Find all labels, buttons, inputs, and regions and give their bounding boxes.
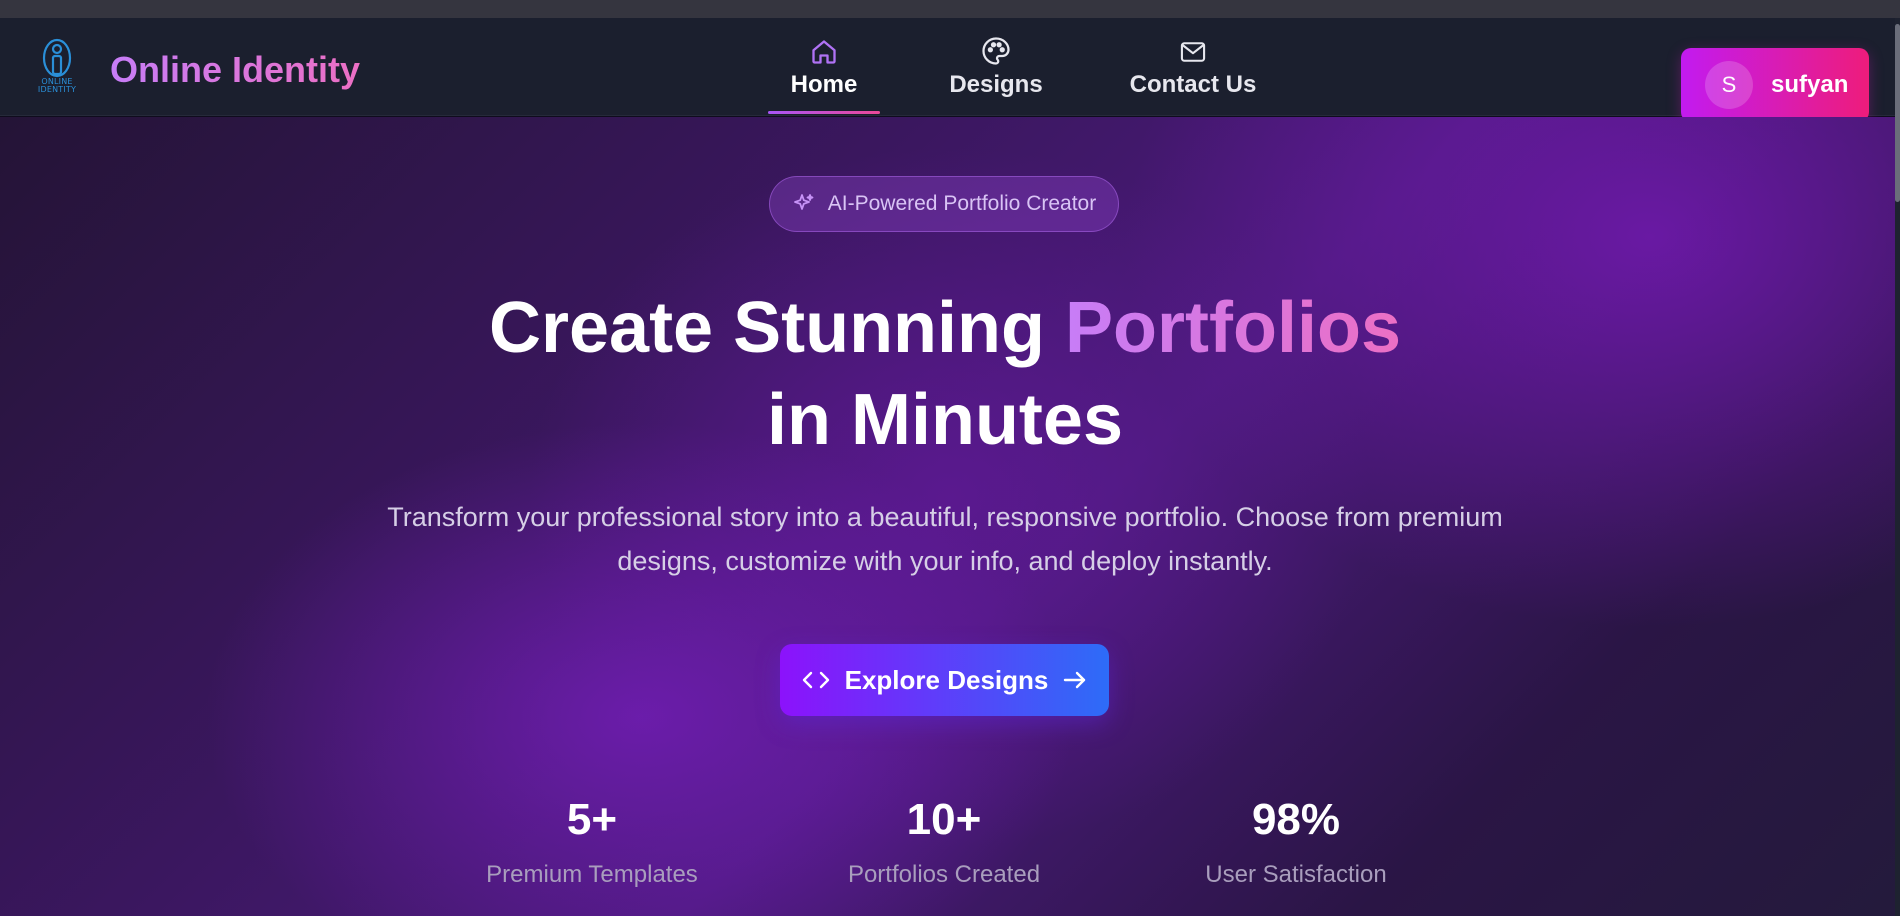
nav-item-label: Contact Us xyxy=(1129,71,1257,98)
hero-badge: AI-Powered Portfolio Creator xyxy=(769,176,1119,232)
stat-label: Portfolios Created xyxy=(847,861,1041,888)
stat-premium-templates: 5+ Premium Templates xyxy=(442,795,742,891)
mail-icon xyxy=(1180,42,1206,62)
home-icon xyxy=(812,40,836,64)
stat-value: 10+ xyxy=(906,795,982,844)
logo-text: ONLINE IDENTITY xyxy=(37,77,77,94)
nav-item-home[interactable]: Home xyxy=(768,32,880,114)
nav-item-designs[interactable]: Designs xyxy=(944,32,1048,114)
stat-portfolios-created: 10+ Portfolios Created xyxy=(794,795,1094,891)
code-icon xyxy=(802,671,829,689)
cta-label: Explore Designs xyxy=(844,664,1049,695)
headline-line2: in Minutes xyxy=(767,380,1123,460)
stat-value: 5+ xyxy=(566,795,618,844)
stat-user-satisfaction: 98% User Satisfaction xyxy=(1146,795,1446,891)
nav-item-label: Home xyxy=(790,71,858,98)
nav-item-contact[interactable]: Contact Us xyxy=(1128,32,1258,114)
headline-part1: Create Stunning xyxy=(488,288,1066,368)
sparkles-icon xyxy=(793,194,814,210)
arrow-right-icon xyxy=(1064,671,1086,689)
brand-name[interactable]: Online Identity xyxy=(110,48,360,92)
hero-badge-text: AI-Powered Portfolio Creator xyxy=(827,192,1097,215)
stat-value: 98% xyxy=(1251,795,1341,844)
user-name: sufyan xyxy=(1771,71,1849,98)
explore-designs-button[interactable]: Explore Designs xyxy=(780,644,1109,716)
scrollbar-thumb[interactable] xyxy=(1895,24,1900,202)
headline-accent: Portfolios xyxy=(1065,288,1402,368)
palette-icon xyxy=(982,37,1010,65)
browser-top-strip xyxy=(0,0,1900,18)
stat-label: Premium Templates xyxy=(486,861,698,888)
logo-person-icon xyxy=(42,38,72,78)
stat-label: User Satisfaction xyxy=(1205,861,1387,888)
avatar: S xyxy=(1705,61,1753,109)
hero-subtext: Transform your professional story into a… xyxy=(387,502,1503,576)
hero-headline: Create Stunning Portfolios in Minutes xyxy=(0,282,1890,466)
user-menu-button[interactable]: S sufyan xyxy=(1681,48,1869,122)
logo[interactable]: ONLINE IDENTITY xyxy=(34,38,80,100)
navbar: ONLINE IDENTITY Online Identity Home Desi… xyxy=(0,18,1900,122)
nav-item-label: Designs xyxy=(949,71,1043,98)
active-tab-indicator xyxy=(768,111,880,114)
hero-section: AI-Powered Portfolio Creator Create Stun… xyxy=(0,117,1895,916)
